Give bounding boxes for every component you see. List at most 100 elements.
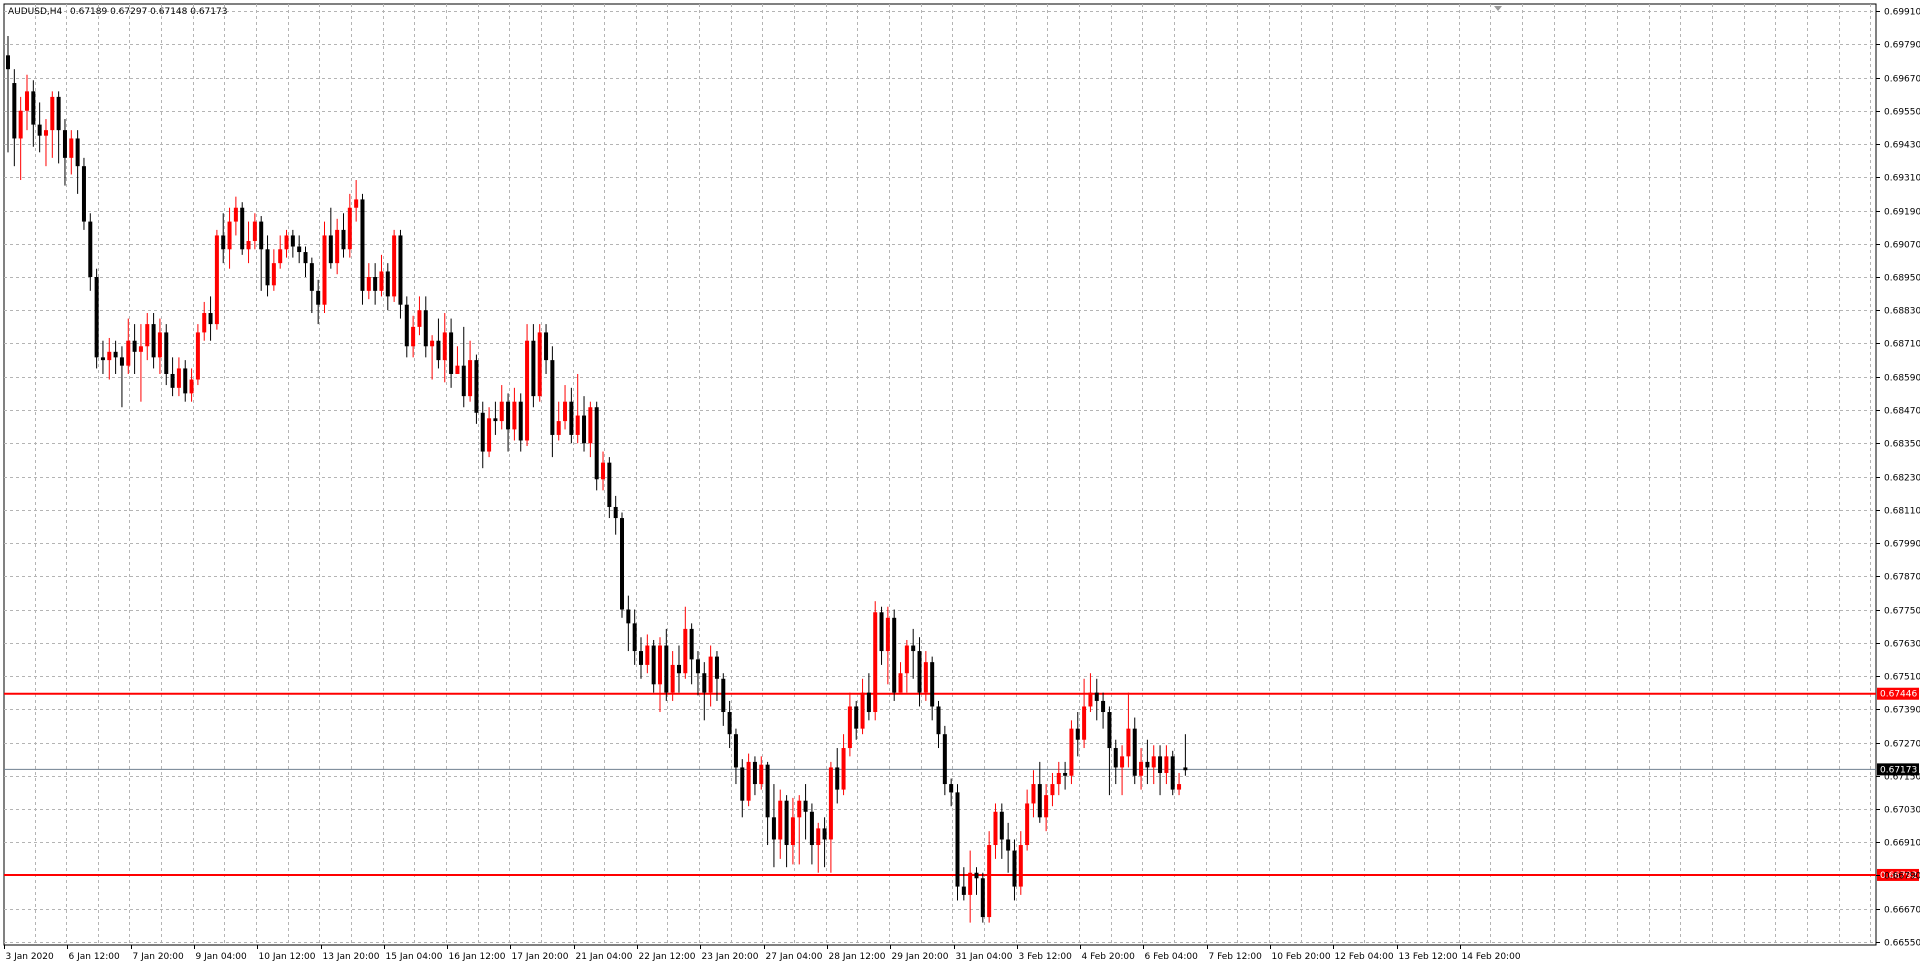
candle-body [1044, 795, 1049, 818]
candle-body [309, 263, 314, 291]
candle-body [569, 401, 574, 435]
x-tick-label: 13 Feb 12:00 [1399, 952, 1458, 962]
candle-body [639, 651, 643, 665]
candle-body [664, 645, 669, 693]
candle-body [449, 332, 454, 374]
y-tick-label: 0.69310 [1884, 174, 1920, 184]
y-tick-label: 0.68590 [1884, 374, 1920, 384]
candle-body [265, 249, 270, 286]
candle-body [746, 761, 751, 801]
x-tick-label: 7 Feb 12:00 [1209, 952, 1263, 962]
candle-body [816, 828, 821, 846]
candle-body [949, 784, 954, 793]
candle-body [138, 346, 143, 352]
candle-body [860, 692, 865, 729]
candle-body [911, 645, 916, 652]
candle-body [189, 379, 194, 394]
candle-body [259, 221, 264, 250]
candle-body [1094, 692, 1099, 701]
x-tick-label: 16 Jan 12:00 [449, 952, 506, 962]
candle-body [790, 817, 795, 846]
y-tick-label: 0.69070 [1884, 241, 1920, 251]
candle-body [100, 357, 105, 361]
y-tick-label: 0.67990 [1884, 540, 1920, 550]
candle-body [341, 229, 346, 250]
candle-body [708, 656, 713, 693]
candle-body [930, 662, 935, 707]
y-tick-label: 0.69910 [1884, 8, 1920, 18]
x-tick-label: 22 Jan 12:00 [639, 952, 696, 962]
x-tick-label: 6 Feb 04:00 [1145, 952, 1199, 962]
candle-body [132, 340, 137, 352]
candle [594, 401, 599, 491]
candle-body [702, 673, 707, 693]
candle-body [208, 313, 213, 325]
plot-area [3, 3, 1877, 946]
y-tick-label: 0.69550 [1884, 108, 1920, 118]
candle-body [366, 277, 371, 291]
candle [980, 872, 985, 923]
candle-body [1107, 712, 1112, 749]
candle-body [778, 800, 783, 840]
candle-body [879, 612, 884, 652]
candle-body [62, 130, 67, 158]
x-tick-label: 3 Feb 12:00 [1019, 952, 1073, 962]
y-tick-label: 0.68830 [1884, 307, 1920, 317]
candle-body [227, 221, 232, 250]
candle-body [1088, 692, 1093, 707]
candle-body [721, 678, 726, 713]
x-tick-label: 21 Jan 04:00 [576, 952, 633, 962]
candle-body [1025, 803, 1030, 846]
level-price-label: 0.67446 [1880, 690, 1917, 700]
candle-body [784, 800, 789, 846]
candlestick-chart[interactable]: 0.674460.667920.67173 0.699100.697900.69… [0, 0, 1920, 968]
candle-body [822, 828, 827, 840]
candle-body [607, 462, 612, 507]
y-tick-label: 0.68230 [1884, 474, 1920, 484]
chart-window[interactable]: 0.67446 0.66792 0.67173 0.69910 0.69790 0.69… [0, 0, 1920, 968]
candle [1170, 750, 1175, 796]
candle-body [1012, 850, 1017, 887]
candle-body [145, 324, 150, 347]
candle-body [1101, 700, 1106, 713]
candle-body [176, 368, 181, 388]
candle-body [328, 235, 333, 264]
candle-body [544, 332, 549, 361]
candle-body [695, 659, 700, 674]
y-tick-label: 0.67870 [1884, 573, 1920, 583]
x-tick-label: 31 Jan 04:00 [956, 952, 1013, 962]
candle-body [670, 664, 675, 693]
candle-body [803, 800, 808, 812]
candle-body [284, 235, 289, 250]
candle-body [398, 235, 403, 305]
candle-body [1139, 761, 1144, 776]
candle-body [246, 240, 251, 250]
y-tick-label: 0.69190 [1884, 208, 1920, 218]
candle-body [525, 340, 530, 441]
candle-body [512, 401, 517, 430]
candle-body [202, 313, 207, 333]
candle [240, 202, 245, 255]
candle [214, 229, 219, 330]
candle-body [12, 83, 17, 139]
y-tick-label: 0.66550 [1884, 939, 1920, 949]
candle-body [1031, 784, 1036, 804]
candle-body [423, 310, 428, 347]
candle-body [385, 271, 390, 297]
x-tick-label: 29 Jan 20:00 [892, 952, 949, 962]
candle-body [923, 662, 928, 693]
candle-body [1151, 756, 1156, 768]
candle-body [24, 91, 29, 111]
y-tick-label: 0.66910 [1884, 839, 1920, 849]
candle-body [6, 55, 10, 70]
candle-body [1164, 756, 1169, 773]
candle-body [468, 360, 473, 397]
candle [955, 784, 960, 901]
candle-body [442, 332, 447, 361]
candle-body [740, 767, 745, 801]
candle-body [626, 609, 631, 624]
x-tick-label: 13 Jan 20:00 [323, 952, 380, 962]
candle [892, 609, 897, 701]
x-tick-label: 4 Feb 20:00 [1082, 952, 1136, 962]
candle-body [170, 373, 175, 388]
